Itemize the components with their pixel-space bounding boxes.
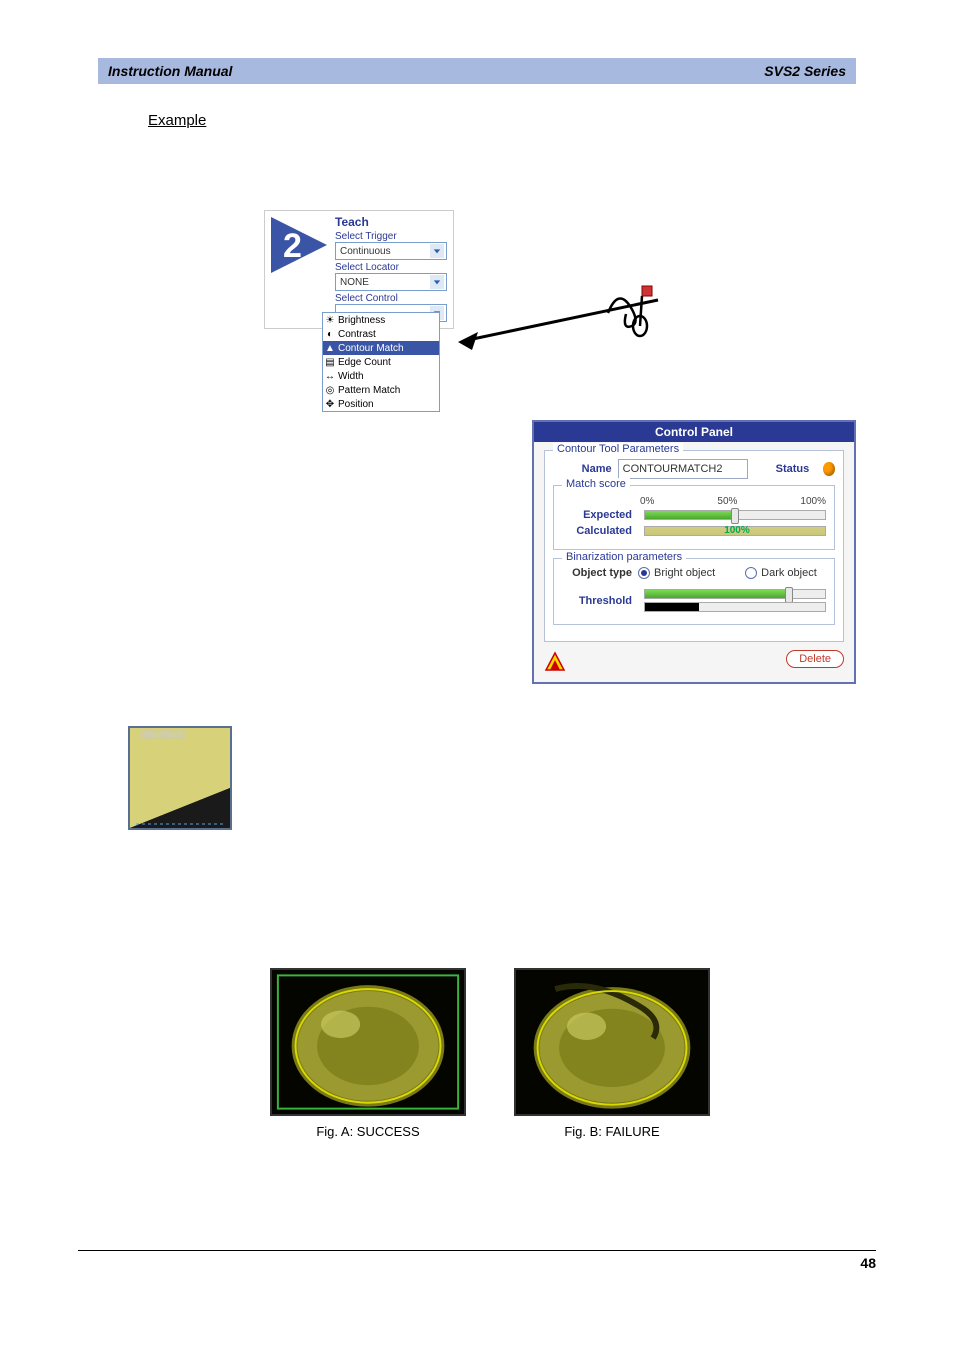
match-score-legend: Match score: [562, 478, 630, 490]
locator-select[interactable]: NONE: [335, 273, 447, 291]
tool-brightness[interactable]: ☀Brightness: [323, 313, 439, 327]
tool-position[interactable]: ✥Position: [323, 397, 439, 411]
scale-row: 0% 50% 100%: [640, 496, 826, 507]
sample-thumbnail: ntourmatch: [128, 726, 232, 830]
name-label: Name: [553, 463, 612, 475]
header-right: SVS2 Series: [764, 63, 846, 79]
slider-handle-icon[interactable]: [785, 587, 793, 603]
contour-icon: ▲: [325, 343, 335, 353]
status-indicator-icon: [823, 462, 835, 476]
delete-button[interactable]: Delete: [786, 650, 844, 668]
trigger-value: Continuous: [340, 246, 391, 257]
section-title: Example: [148, 112, 934, 129]
radio-bright[interactable]: [638, 567, 650, 579]
binarization-legend: Binarization parameters: [562, 551, 686, 563]
page-number: 48: [860, 1255, 876, 1271]
width-icon: ↔: [325, 371, 335, 381]
contrast-icon: ◐: [325, 329, 335, 339]
contour-params-group: Contour Tool Parameters Name Status Matc…: [544, 450, 844, 642]
chevron-down-icon: [430, 275, 444, 289]
expected-label: Expected: [562, 509, 632, 521]
thumbnail-label: ntourmatch: [140, 730, 186, 739]
label-trigger: Select Trigger: [335, 231, 447, 242]
step-2-icon: 2: [271, 217, 327, 273]
figure-b-caption: Fig. B: FAILURE: [514, 1124, 710, 1139]
figure-b-image: [514, 968, 710, 1116]
locator-value: NONE: [340, 277, 369, 288]
contour-tool-icon: [544, 650, 566, 672]
label-locator: Select Locator: [335, 262, 447, 273]
expected-slider[interactable]: [644, 510, 826, 520]
pattern-icon: ◎: [325, 385, 335, 395]
header-left: Instruction Manual: [108, 63, 232, 79]
tool-edge-count[interactable]: ▤Edge Count: [323, 355, 439, 369]
label-control: Select Control: [335, 293, 447, 304]
control-panel: Control Panel Contour Tool Parameters Na…: [532, 420, 856, 684]
figure-row: Fig. A: SUCCESS Fig. B: FAILURE: [270, 968, 710, 1139]
match-score-group: Match score 0% 50% 100% Expected Calcula…: [553, 485, 835, 550]
threshold-preview-bar: [644, 602, 826, 612]
edge-icon: ▤: [325, 357, 335, 367]
contour-params-legend: Contour Tool Parameters: [553, 443, 683, 455]
object-type-label: Object type: [562, 567, 632, 579]
slider-handle-icon[interactable]: [731, 508, 739, 524]
binarization-group: Binarization parameters Object type Brig…: [553, 558, 835, 625]
header-bar: Instruction Manual SVS2 Series: [98, 58, 856, 84]
figure-a-caption: Fig. A: SUCCESS: [270, 1124, 466, 1139]
threshold-slider[interactable]: [644, 589, 826, 599]
calculated-value: 100%: [724, 525, 750, 536]
tool-contrast[interactable]: ◐Contrast: [323, 327, 439, 341]
teach-title: Teach: [335, 215, 447, 229]
status-label: Status: [776, 463, 810, 475]
control-panel-title: Control Panel: [534, 422, 854, 442]
calculated-bar: 100%: [644, 526, 826, 536]
svg-text:2: 2: [283, 227, 302, 265]
radio-dark[interactable]: [745, 567, 757, 579]
tool-dropdown[interactable]: ☀Brightness ◐Contrast ▲Contour Match ▤Ed…: [322, 312, 440, 412]
position-icon: ✥: [325, 399, 335, 409]
trigger-select[interactable]: Continuous: [335, 242, 447, 260]
tool-width[interactable]: ↔Width: [323, 369, 439, 383]
figure-a: Fig. A: SUCCESS: [270, 968, 466, 1139]
tool-contour-match[interactable]: ▲Contour Match: [323, 341, 439, 355]
name-input[interactable]: [618, 459, 748, 479]
figure-b: Fig. B: FAILURE: [514, 968, 710, 1139]
sun-icon: ☀: [325, 315, 335, 325]
knot-sample-icon: [598, 278, 678, 338]
calculated-label: Calculated: [562, 525, 632, 537]
chevron-down-icon: [430, 244, 444, 258]
threshold-label: Threshold: [562, 595, 632, 607]
figure-a-image: [270, 968, 466, 1116]
page-footer: 48: [78, 1250, 876, 1271]
tool-pattern-match[interactable]: ◎Pattern Match: [323, 383, 439, 397]
